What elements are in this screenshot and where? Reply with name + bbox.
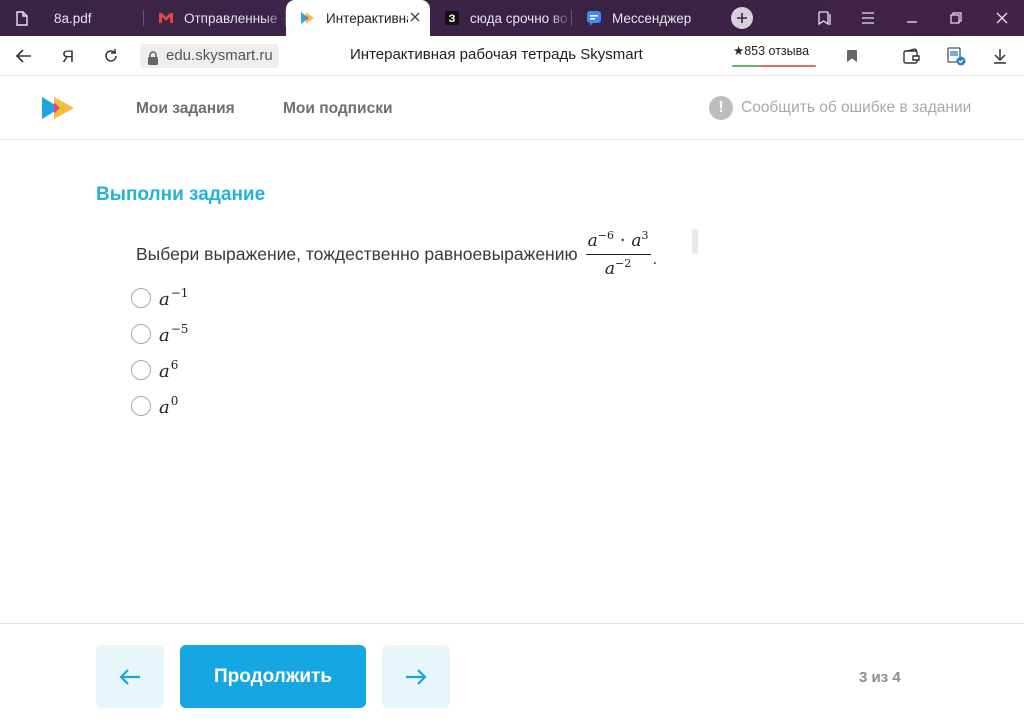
tab-znanija[interactable]: З сюда срочно во [430,0,572,36]
previous-task-button[interactable] [96,645,164,708]
bookmark-button[interactable] [842,46,862,66]
extension-icon [947,47,966,66]
answer-option-1[interactable]: a−1 [131,280,188,316]
protect-button[interactable] [902,46,922,66]
task-heading: Выполни задание [96,184,266,205]
answer-option-2[interactable]: a−5 [131,316,188,352]
arrow-left-icon [119,668,140,685]
minimize-icon [907,21,917,23]
reviews-text: ★853 отзыва [733,44,810,58]
wallet-icon [903,48,920,64]
radio-button[interactable] [131,324,151,344]
url-text: edu.skysmart.ru [166,47,273,64]
radio-button[interactable] [131,396,151,416]
url-field[interactable]: edu.skysmart.ru [140,44,279,68]
option-expression: a0 [159,394,179,418]
close-window-button[interactable] [993,9,1011,27]
continue-button[interactable]: Продолжить [180,645,366,708]
nav-my-subscriptions[interactable]: Мои подписки [283,100,392,118]
site-header: Мои задания Мои подписки ! Сообщить об о… [0,76,1024,140]
collections-icon [818,11,831,26]
option-expression: a6 [159,358,179,382]
bookmark-icon [847,50,857,62]
scroll-indicator [692,229,698,254]
expression-fraction: a−6 · a3 a−2 [585,229,651,279]
answer-options: a−1 a−5 a6 a0 [131,280,188,424]
reviews-badge[interactable]: ★853 отзыва [732,43,816,69]
tab-label: 8a.pdf [54,10,92,26]
reload-icon [105,49,117,62]
radio-button[interactable] [131,360,151,380]
tab-pdf[interactable]: 8a.pdf [0,0,144,36]
download-icon [994,49,1006,64]
task-footer: Продолжить 3 из 4 [0,623,1024,728]
reload-button[interactable] [101,46,121,66]
option-expression: a−1 [159,286,189,310]
tab-skysmart[interactable]: Интерактивна [286,0,430,36]
svg-text:Я: Я [62,47,74,65]
svg-text:З: З [449,13,456,25]
fraction-denominator: a−2 [604,257,632,279]
tab-label: Мессенджер [612,10,692,26]
nav-my-tasks[interactable]: Мои задания [136,100,235,118]
close-icon [996,12,1008,24]
hamburger-icon [862,12,874,24]
skysmart-play-icon [300,10,316,26]
collections-button[interactable] [815,9,833,27]
znanija-icon: З [444,10,460,26]
question-period: . [652,249,658,268]
restore-button[interactable] [947,9,965,27]
question-text: Выбери выражение, тождественно равноевыр… [136,243,578,264]
lock-icon [147,49,159,65]
radio-button[interactable] [131,288,151,308]
tab-messenger[interactable]: Мессенджер [572,0,712,36]
messenger-icon [586,10,602,26]
question: Выбери выражение, тождественно равноевыр… [136,226,657,282]
downloads-button[interactable] [990,46,1010,66]
answer-option-4[interactable]: a0 [131,388,188,424]
file-icon [14,10,30,26]
tab-gmail[interactable]: Отправленные - [144,0,286,36]
gmail-icon [158,10,174,26]
arrow-left-icon [16,49,31,63]
yandex-button[interactable]: Я [58,46,78,66]
new-tab-button[interactable] [731,7,753,29]
yandex-icon: Я [62,47,74,65]
back-button[interactable] [14,46,34,66]
page-counter: 3 из 4 [859,669,901,686]
exclamation-icon: ! [709,96,733,120]
rating-bar [732,65,816,67]
report-error-label: Сообщить об ошибке в задании [741,99,972,116]
option-expression: a−5 [159,322,189,346]
answer-option-3[interactable]: a6 [131,352,188,388]
extension-button[interactable] [946,46,966,66]
page-title: Интерактивная рабочая тетрадь Skysmart [350,46,643,63]
report-error-link[interactable]: ! Сообщить об ошибке в задании [709,96,971,120]
fraction-numerator: a−6 · a3 [585,229,651,255]
menu-button[interactable] [859,9,877,27]
skysmart-logo-icon[interactable] [40,96,76,120]
next-task-button[interactable] [382,645,450,708]
address-bar: Я edu.skysmart.ru Интерактивная рабочая … [0,36,1024,76]
minimize-button[interactable] [903,9,921,27]
plus-icon [737,13,747,23]
arrow-right-icon [406,668,427,685]
tab-label: Интерактивна [326,10,408,26]
close-tab-icon[interactable] [408,10,422,24]
restore-icon [950,12,962,24]
